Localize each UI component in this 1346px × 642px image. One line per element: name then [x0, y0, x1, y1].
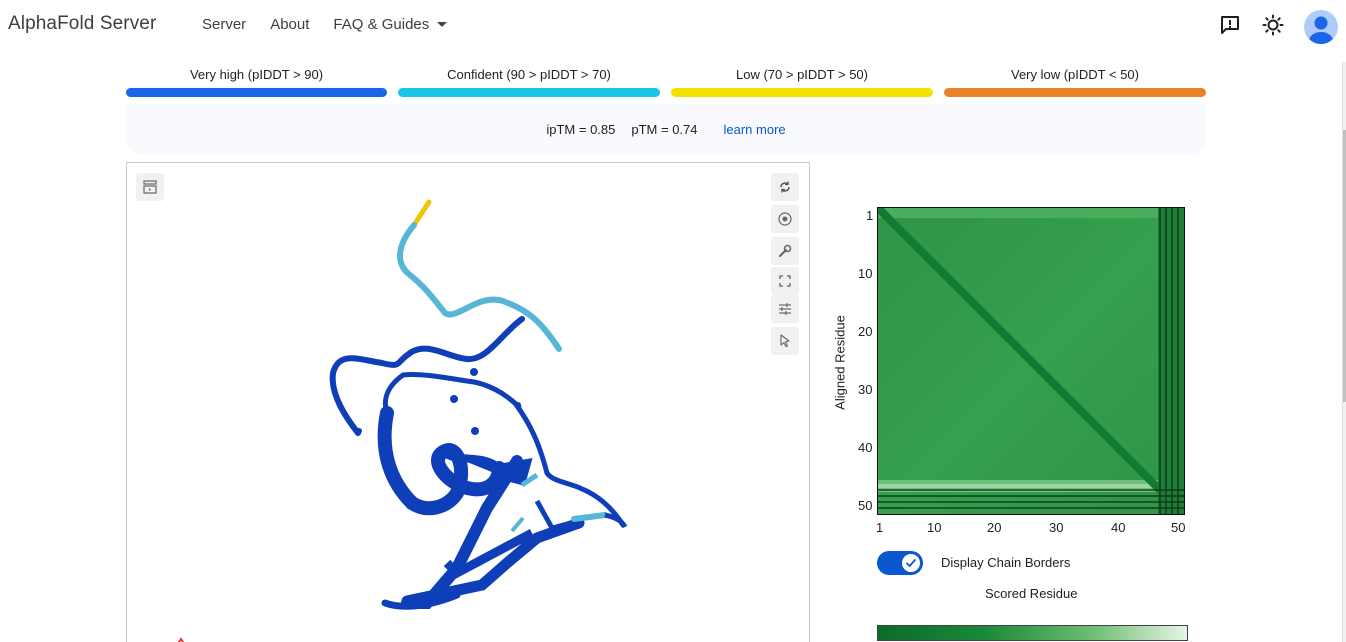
check-icon: [906, 559, 916, 567]
pae-x-axis-label: Scored Residue: [985, 586, 1078, 601]
account-avatar[interactable]: [1304, 10, 1338, 44]
learn-more-link[interactable]: learn more: [724, 122, 786, 137]
pae-x-tick: 10: [927, 520, 942, 535]
iptm-score: ipTM = 0.85: [546, 121, 616, 137]
nav-about[interactable]: About: [270, 16, 309, 33]
pae-colorbar: [877, 625, 1188, 641]
pae-y-axis-label: Aligned Residue: [832, 315, 848, 410]
protein-structure-render: [177, 199, 628, 642]
legend-label: Confident (90 > pIDDT > 70): [447, 67, 611, 82]
legend-bar: [398, 88, 660, 97]
pae-x-tick: 30: [1049, 520, 1064, 535]
legend-bar: [126, 88, 387, 97]
pae-y-tick: 50: [858, 498, 873, 513]
chain-borders-label: Display Chain Borders: [941, 555, 1071, 570]
nav-faq-guides[interactable]: FAQ & Guides: [333, 16, 448, 33]
nav-faq-label: FAQ & Guides: [333, 16, 430, 33]
legend-label: Low (70 > pIDDT > 50): [736, 67, 868, 82]
chain-borders-toggle[interactable]: [877, 551, 923, 575]
ptm-score: pTM = 0.74: [631, 121, 698, 137]
pae-y-tick: 1: [866, 208, 874, 223]
brand-title[interactable]: AlphaFold Server: [8, 13, 156, 35]
pae-y-tick: 10: [858, 266, 873, 281]
top-app-bar: AlphaFold Server Server About FAQ & Guid…: [0, 0, 1346, 52]
nav-server[interactable]: Server: [202, 16, 246, 33]
legend-label: Very high (pIDDT > 90): [189, 67, 324, 82]
feedback-icon[interactable]: [1217, 12, 1243, 38]
theme-toggle-icon[interactable]: [1260, 12, 1286, 38]
main-nav: Server About FAQ & Guides: [202, 16, 471, 33]
chevron-down-icon: [437, 22, 448, 27]
legend-very-low: Very low (pIDDT < 50): [944, 67, 1206, 99]
pae-heatmap[interactable]: [877, 207, 1185, 515]
pae-x-tick: 50: [1171, 520, 1186, 535]
legend-bar: [671, 88, 933, 97]
pae-y-tick: 40: [858, 440, 873, 455]
pae-y-tick: 20: [858, 324, 873, 339]
pae-y-tick: 30: [858, 382, 873, 397]
legend-bar: [944, 88, 1206, 97]
pae-x-tick: 40: [1111, 520, 1126, 535]
pae-x-tick: 1: [876, 520, 884, 535]
legend-low: Low (70 > pIDDT > 50): [671, 67, 933, 99]
score-summary: ipTM = 0.85 pTM = 0.74 learn more: [126, 104, 1206, 154]
legend-very-high: Very high (pIDDT > 90): [126, 67, 387, 99]
nav-server-label: Server: [202, 16, 247, 33]
pae-x-tick: 20: [987, 520, 1002, 535]
nav-about-label: About: [270, 16, 310, 33]
pae-heatmap-graphic: [878, 208, 1184, 514]
structure-viewer[interactable]: [126, 162, 810, 642]
toggle-knob: [902, 554, 920, 572]
legend-label: Very low (pIDDT < 50): [1010, 67, 1139, 82]
legend-confident: Confident (90 > pIDDT > 70): [398, 67, 660, 99]
